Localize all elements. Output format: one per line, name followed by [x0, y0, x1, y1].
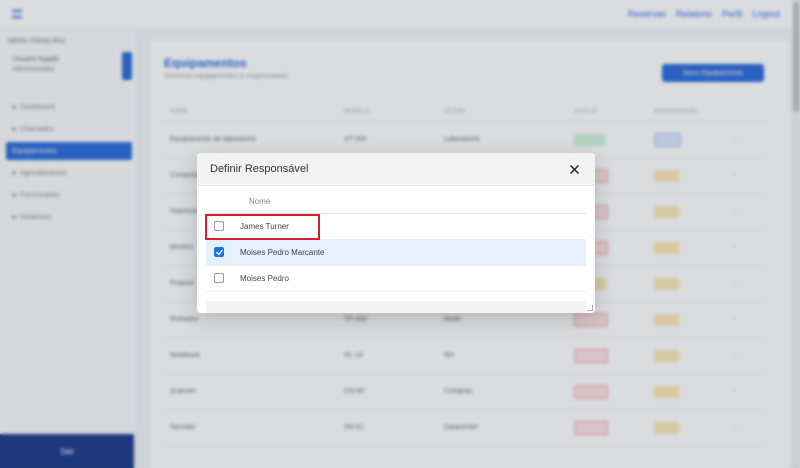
list-item[interactable]: James Turner — [206, 214, 586, 240]
modal-title: Definir Responsável — [210, 163, 309, 175]
list-item[interactable]: Moises Pedro Marcante — [206, 240, 586, 266]
checkmark-icon — [216, 249, 223, 256]
checkbox[interactable] — [214, 221, 224, 231]
list-item[interactable]: Moises Pedro — [206, 266, 586, 292]
modal-header: Definir Responsável — [197, 153, 595, 186]
resize-handle-icon[interactable] — [587, 305, 593, 311]
checkbox[interactable] — [214, 247, 224, 257]
checkbox[interactable] — [214, 273, 224, 283]
option-label: Moises Pedro — [240, 274, 289, 283]
option-label: James Turner — [240, 222, 289, 231]
define-responsible-modal: Definir Responsável Nome James Turner Mo… — [197, 153, 595, 313]
option-label: Moises Pedro Marcante — [240, 248, 325, 257]
modal-footer — [206, 301, 586, 313]
close-button[interactable] — [567, 162, 581, 176]
name-column-header: Nome — [206, 186, 586, 214]
modal-body: Nome James Turner Moises Pedro Marcante … — [197, 186, 595, 292]
close-icon — [569, 164, 579, 174]
